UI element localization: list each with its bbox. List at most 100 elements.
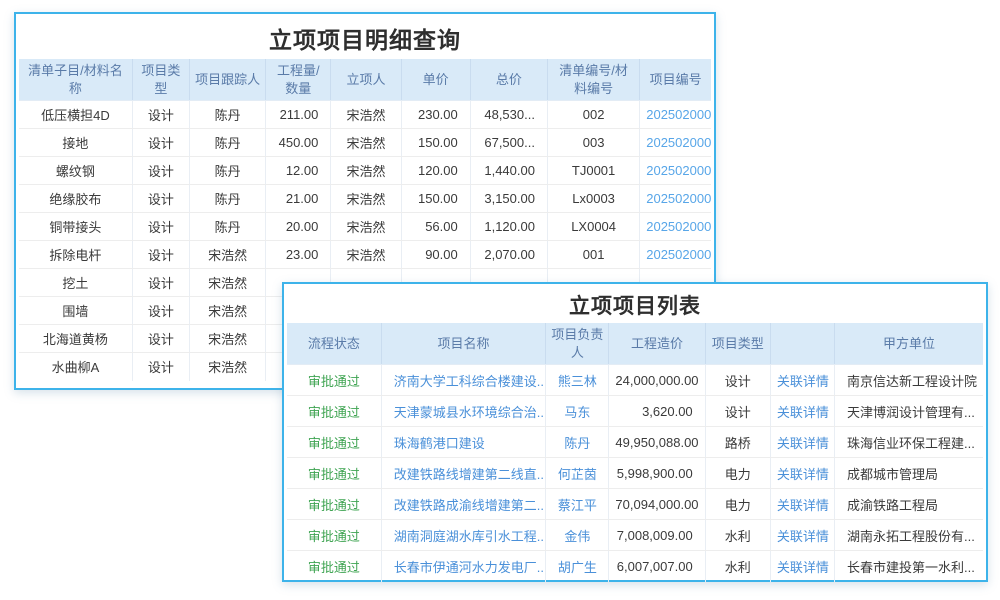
status-badge: 审批通过 xyxy=(287,458,381,489)
table-row: 接地 设计 陈丹 450.00 宋浩然 150.00 67,500... 003… xyxy=(19,129,711,157)
project-name-link[interactable]: 天津蒙城县水环境综合治... xyxy=(381,396,545,427)
project-name-link[interactable]: 湖南洞庭湖水库引水工程... xyxy=(381,520,545,551)
manager-link[interactable]: 陈丹 xyxy=(546,427,609,458)
client-cell: 南京信达新工程设计院 xyxy=(835,365,983,396)
type-cell: 路桥 xyxy=(705,427,770,458)
tracker-cell: 陈丹 xyxy=(189,213,265,241)
material-name-cell: 北海道黄杨 xyxy=(19,325,132,353)
detail-link[interactable]: 关联详情 xyxy=(770,427,834,458)
type-cell: 电力 xyxy=(705,489,770,520)
type-cell: 设计 xyxy=(705,396,770,427)
project-no-link[interactable]: 2025020004 xyxy=(640,129,711,157)
table-row: 审批通过 珠海鹤港口建设 陈丹 49,950,088.00 路桥 关联详情 珠海… xyxy=(287,427,983,458)
manager-link[interactable]: 熊三林 xyxy=(546,365,609,396)
project-type-cell: 设计 xyxy=(132,241,189,269)
type-cell: 设计 xyxy=(705,365,770,396)
project-no-link[interactable]: 2025020003 xyxy=(640,241,711,269)
project-type-cell: 设计 xyxy=(132,297,189,325)
detail-link[interactable]: 关联详情 xyxy=(770,520,834,551)
project-name-link[interactable]: 珠海鹤港口建设 xyxy=(381,427,545,458)
project-name-link[interactable]: 长春市伊通河水力发电厂... xyxy=(381,551,545,582)
column-header-project-type: 项目类型 xyxy=(132,59,189,101)
client-cell: 湖南永拓工程股份有... xyxy=(835,520,983,551)
cost-cell: 3,620.00 xyxy=(609,396,705,427)
manager-link[interactable]: 何芷茵 xyxy=(546,458,609,489)
status-badge: 审批通过 xyxy=(287,551,381,582)
detail-link[interactable]: 关联详情 xyxy=(770,365,834,396)
project-no-link[interactable]: 2025020004 xyxy=(640,185,711,213)
manager-link[interactable]: 蔡江平 xyxy=(546,489,609,520)
table-row: 铜带接头 设计 陈丹 20.00 宋浩然 56.00 1,120.00 LX00… xyxy=(19,213,711,241)
quantity-cell: 450.00 xyxy=(266,129,331,157)
column-header-manager: 项目负责人 xyxy=(546,323,609,365)
table-row: 绝缘胶布 设计 陈丹 21.00 宋浩然 150.00 3,150.00 Lx0… xyxy=(19,185,711,213)
project-no-link[interactable]: 2025020004 xyxy=(640,157,711,185)
tracker-cell: 宋浩然 xyxy=(189,353,265,381)
table-row: 审批通过 济南大学工科综合楼建设... 熊三林 24,000,000.00 设计… xyxy=(287,365,983,396)
total-price-cell: 67,500... xyxy=(470,129,547,157)
project-type-cell: 设计 xyxy=(132,325,189,353)
project-type-cell: 设计 xyxy=(132,213,189,241)
table-row: 低压横担4D 设计 陈丹 211.00 宋浩然 230.00 48,530...… xyxy=(19,101,711,129)
total-price-cell: 48,530... xyxy=(470,101,547,129)
project-name-link[interactable]: 改建铁路线增建第二线直... xyxy=(381,458,545,489)
unit-price-cell: 230.00 xyxy=(401,101,470,129)
manager-link[interactable]: 胡广生 xyxy=(546,551,609,582)
material-name-cell: 低压横担4D xyxy=(19,101,132,129)
project-no-link[interactable]: 2025020004 xyxy=(640,101,711,129)
project-name-link[interactable]: 改建铁路成渝线增建第二... xyxy=(381,489,545,520)
initiator-cell: 宋浩然 xyxy=(331,101,401,129)
cost-cell: 5,998,900.00 xyxy=(609,458,705,489)
column-header-flow-status: 流程状态 xyxy=(287,323,381,365)
detail-link[interactable]: 关联详情 xyxy=(770,458,834,489)
total-price-cell: 3,150.00 xyxy=(470,185,547,213)
unit-price-cell: 150.00 xyxy=(401,185,470,213)
column-header-material-name: 清单子目/材料名称 xyxy=(19,59,132,101)
material-name-cell: 水曲柳A xyxy=(19,353,132,381)
type-cell: 水利 xyxy=(705,520,770,551)
status-badge: 审批通过 xyxy=(287,396,381,427)
tracker-cell: 陈丹 xyxy=(189,101,265,129)
unit-price-cell: 56.00 xyxy=(401,213,470,241)
unit-price-cell: 150.00 xyxy=(401,129,470,157)
project-name-link[interactable]: 济南大学工科综合楼建设... xyxy=(381,365,545,396)
detail-link[interactable]: 关联详情 xyxy=(770,396,834,427)
list-no-cell: 002 xyxy=(547,101,639,129)
table-row: 螺纹钢 设计 陈丹 12.00 宋浩然 120.00 1,440.00 TJ00… xyxy=(19,157,711,185)
unit-price-cell: 90.00 xyxy=(401,241,470,269)
project-type-cell: 设计 xyxy=(132,353,189,381)
initiator-cell: 宋浩然 xyxy=(331,241,401,269)
column-header-project-name: 项目名称 xyxy=(381,323,545,365)
client-cell: 珠海信业环保工程建... xyxy=(835,427,983,458)
manager-link[interactable]: 金伟 xyxy=(546,520,609,551)
status-badge: 审批通过 xyxy=(287,427,381,458)
material-name-cell: 围墙 xyxy=(19,297,132,325)
total-price-cell: 1,120.00 xyxy=(470,213,547,241)
tracker-cell: 宋浩然 xyxy=(189,297,265,325)
manager-link[interactable]: 马东 xyxy=(546,396,609,427)
project-no-link[interactable]: 2025020004 xyxy=(640,213,711,241)
client-cell: 天津博润设计管理有... xyxy=(835,396,983,427)
total-price-cell: 1,440.00 xyxy=(470,157,547,185)
table-row: 审批通过 长春市伊通河水力发电厂... 胡广生 6,007,007.00 水利 … xyxy=(287,551,983,582)
project-type-cell: 设计 xyxy=(132,101,189,129)
quantity-cell: 23.00 xyxy=(266,241,331,269)
initiator-cell: 宋浩然 xyxy=(331,213,401,241)
detail-link[interactable]: 关联详情 xyxy=(770,551,834,582)
column-header-list-no: 清单编号/材料编号 xyxy=(547,59,639,101)
type-cell: 电力 xyxy=(705,458,770,489)
list-no-cell: TJ0001 xyxy=(547,157,639,185)
detail-link[interactable]: 关联详情 xyxy=(770,489,834,520)
list-no-cell: LX0004 xyxy=(547,213,639,241)
quantity-cell: 21.00 xyxy=(266,185,331,213)
table-row: 审批通过 改建铁路线增建第二线直... 何芷茵 5,998,900.00 电力 … xyxy=(287,458,983,489)
tracker-cell: 陈丹 xyxy=(189,157,265,185)
project-list-title: 立项项目列表 xyxy=(287,287,983,323)
project-type-cell: 设计 xyxy=(132,157,189,185)
table-row: 审批通过 天津蒙城县水环境综合治... 马东 3,620.00 设计 关联详情 … xyxy=(287,396,983,427)
project-type-cell: 设计 xyxy=(132,185,189,213)
status-badge: 审批通过 xyxy=(287,365,381,396)
table-row: 拆除电杆 设计 宋浩然 23.00 宋浩然 90.00 2,070.00 001… xyxy=(19,241,711,269)
tracker-cell: 陈丹 xyxy=(189,185,265,213)
cost-cell: 70,094,000.00 xyxy=(609,489,705,520)
